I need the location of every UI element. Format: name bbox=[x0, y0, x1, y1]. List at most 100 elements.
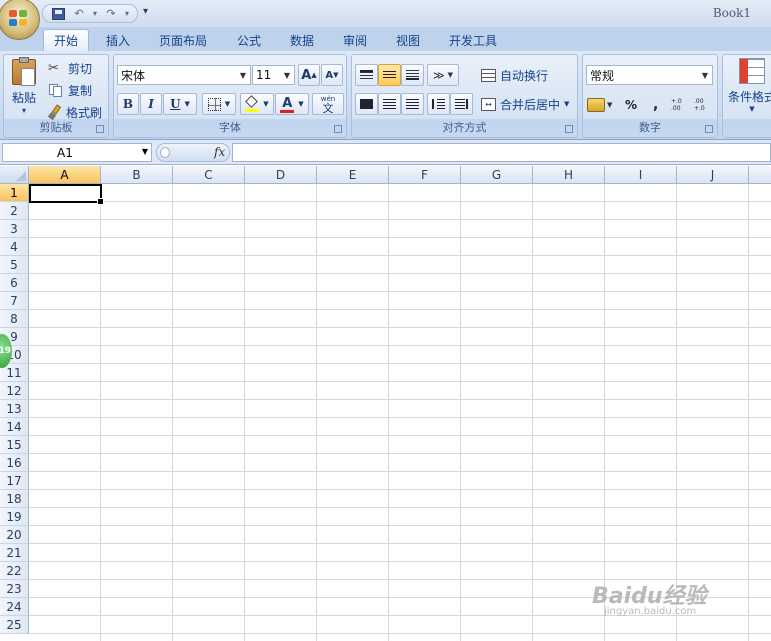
chevron-down-icon: ▼ bbox=[283, 70, 291, 80]
grow-font-button[interactable]: A ▲ bbox=[298, 64, 320, 86]
row-header-18[interactable]: 18 bbox=[0, 490, 29, 508]
borders-icon bbox=[207, 97, 221, 111]
row-header-16[interactable]: 16 bbox=[0, 454, 29, 472]
shrink-font-button[interactable]: A ▼ bbox=[321, 64, 343, 86]
tab-view[interactable]: 视图 bbox=[387, 29, 429, 51]
column-header-g[interactable]: G bbox=[461, 166, 533, 184]
column-header-partial[interactable] bbox=[749, 166, 771, 184]
cells-area[interactable] bbox=[29, 184, 771, 641]
clipboard-dialog-launcher[interactable] bbox=[96, 125, 104, 133]
column-header-d[interactable]: D bbox=[245, 166, 317, 184]
borders-button[interactable]: ▼ bbox=[202, 93, 236, 115]
align-bottom-button[interactable] bbox=[401, 64, 424, 86]
bold-button[interactable]: B bbox=[117, 93, 139, 115]
row-header-3[interactable]: 3 bbox=[0, 220, 29, 238]
row-header-13[interactable]: 13 bbox=[0, 400, 29, 418]
column-header-a[interactable]: A bbox=[29, 166, 101, 184]
orientation-button[interactable]: ≫ ▼ bbox=[427, 64, 459, 86]
row-header-4[interactable]: 4 bbox=[0, 238, 29, 256]
row-header-6[interactable]: 6 bbox=[0, 274, 29, 292]
percent-style-button[interactable]: % bbox=[625, 95, 637, 115]
column-header-h[interactable]: H bbox=[533, 166, 605, 184]
tab-developer[interactable]: 开发工具 bbox=[440, 29, 506, 51]
font-color-button[interactable]: A ▼ bbox=[275, 93, 309, 115]
column-header-b[interactable]: B bbox=[101, 166, 173, 184]
row-header-19[interactable]: 19 bbox=[0, 508, 29, 526]
align-middle-button[interactable] bbox=[378, 64, 401, 86]
column-header-i[interactable]: I bbox=[605, 166, 677, 184]
customize-qat-button[interactable]: ▾ bbox=[143, 6, 148, 17]
splitter-handle-icon[interactable] bbox=[160, 147, 170, 158]
alignment-dialog-launcher[interactable] bbox=[565, 125, 573, 133]
fill-color-button[interactable]: ▼ bbox=[240, 93, 274, 115]
align-left-button[interactable] bbox=[355, 93, 378, 115]
copy-button[interactable]: 复制 bbox=[48, 81, 92, 99]
merge-center-icon: ↔ bbox=[481, 97, 496, 111]
row-header-2[interactable]: 2 bbox=[0, 202, 29, 220]
conditional-formatting-button[interactable]: 条件格式 ▼ bbox=[725, 58, 771, 113]
row-header-23[interactable]: 23 bbox=[0, 580, 29, 598]
office-logo-icon bbox=[9, 10, 29, 28]
column-header-j[interactable]: J bbox=[677, 166, 749, 184]
row-header-7[interactable]: 7 bbox=[0, 292, 29, 310]
number-group-label: 数字 bbox=[639, 121, 661, 134]
wrap-text-button[interactable]: 自动换行 bbox=[481, 66, 548, 84]
accounting-format-button[interactable]: ▼ bbox=[587, 95, 612, 115]
formula-input[interactable] bbox=[232, 143, 771, 162]
cut-button[interactable]: ✂ 剪切 bbox=[48, 59, 92, 77]
row-header-1[interactable]: 1 bbox=[0, 184, 29, 202]
font-name-combo[interactable]: 宋体 ▼ bbox=[117, 65, 251, 85]
underline-button[interactable]: U ▼ bbox=[163, 93, 197, 115]
clipboard-group: 粘贴 ▾ ✂ 剪切 复制 格式刷 剪贴板 bbox=[3, 54, 109, 138]
comma-style-button[interactable]: , bbox=[653, 95, 658, 115]
row-header-5[interactable]: 5 bbox=[0, 256, 29, 274]
active-cell[interactable] bbox=[29, 184, 104, 205]
chevron-down-icon[interactable]: ▼ bbox=[142, 147, 148, 156]
save-button[interactable] bbox=[49, 6, 67, 21]
italic-button[interactable]: I bbox=[140, 93, 162, 115]
row-header-21[interactable]: 21 bbox=[0, 544, 29, 562]
ribbon: 粘贴 ▾ ✂ 剪切 复制 格式刷 剪贴板 宋体 ▼ 11 ▼ A ▲ A ▼ B… bbox=[0, 51, 771, 140]
tab-home[interactable]: 开始 bbox=[43, 29, 89, 51]
row-header-12[interactable]: 12 bbox=[0, 382, 29, 400]
column-header-f[interactable]: F bbox=[389, 166, 461, 184]
insert-function-button[interactable]: fx bbox=[214, 145, 225, 159]
font-size-combo[interactable]: 11 ▼ bbox=[252, 65, 295, 85]
row-header-15[interactable]: 15 bbox=[0, 436, 29, 454]
column-header-e[interactable]: E bbox=[317, 166, 389, 184]
redo-button[interactable]: ↷ bbox=[102, 6, 120, 21]
tab-review[interactable]: 审阅 bbox=[334, 29, 376, 51]
font-dialog-launcher[interactable] bbox=[334, 125, 342, 133]
decrease-decimal-button[interactable]: .00 +.0 bbox=[694, 95, 714, 115]
align-top-button[interactable] bbox=[355, 64, 378, 86]
select-all-button[interactable] bbox=[0, 166, 29, 184]
row-header-22[interactable]: 22 bbox=[0, 562, 29, 580]
paste-button[interactable]: 粘贴 ▾ bbox=[7, 57, 41, 115]
name-box[interactable]: A1 ▼ bbox=[2, 143, 152, 162]
number-dialog-launcher[interactable] bbox=[705, 125, 713, 133]
row-header-14[interactable]: 14 bbox=[0, 418, 29, 436]
row-header-24[interactable]: 24 bbox=[0, 598, 29, 616]
row-header-17[interactable]: 17 bbox=[0, 472, 29, 490]
row-header-25[interactable]: 25 bbox=[0, 616, 29, 634]
undo-dropdown[interactable]: ▾ bbox=[91, 6, 99, 21]
redo-dropdown[interactable]: ▾ bbox=[123, 6, 131, 21]
conditional-formatting-icon bbox=[739, 58, 765, 84]
column-header-c[interactable]: C bbox=[173, 166, 245, 184]
tab-formulas[interactable]: 公式 bbox=[228, 29, 270, 51]
tab-insert[interactable]: 插入 bbox=[96, 29, 140, 51]
tab-page-layout[interactable]: 页面布局 bbox=[150, 29, 216, 51]
row-header-8[interactable]: 8 bbox=[0, 310, 29, 328]
increase-decimal-button[interactable]: +.0 .00 bbox=[671, 95, 691, 115]
increase-indent-button[interactable] bbox=[450, 93, 473, 115]
align-right-button[interactable] bbox=[401, 93, 424, 115]
tab-data[interactable]: 数据 bbox=[281, 29, 323, 51]
format-painter-button[interactable]: 格式刷 bbox=[47, 103, 102, 121]
undo-button[interactable]: ↶ bbox=[70, 6, 88, 21]
align-center-button[interactable] bbox=[378, 93, 401, 115]
phonetic-guide-button[interactable]: wén 文 bbox=[312, 93, 344, 115]
merge-center-button[interactable]: ↔ 合并后居中 ▼ bbox=[481, 95, 569, 113]
decrease-indent-button[interactable] bbox=[427, 93, 450, 115]
row-header-20[interactable]: 20 bbox=[0, 526, 29, 544]
number-format-combo[interactable]: 常规 ▼ bbox=[586, 65, 713, 85]
